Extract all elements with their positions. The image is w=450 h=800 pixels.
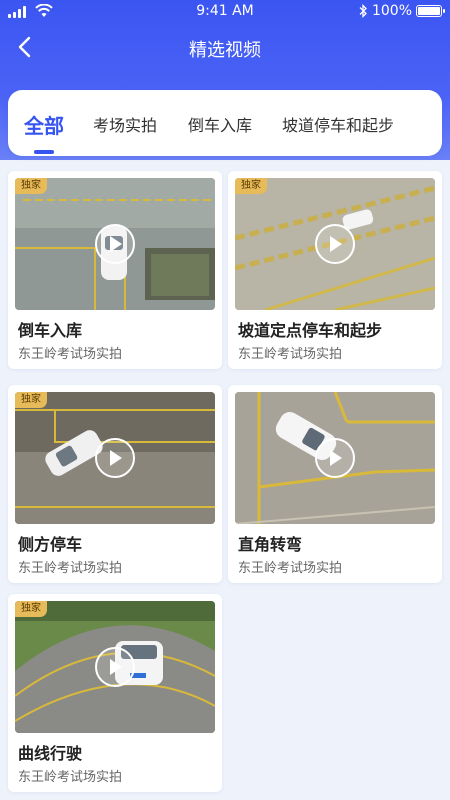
video-card[interactable]: 独家 坡道定点停车和起步 东王岭考试场实拍	[228, 171, 442, 369]
play-icon	[110, 236, 122, 252]
play-icon	[330, 236, 342, 252]
video-card[interactable]: 直角转弯 东王岭考试场实拍	[228, 385, 442, 583]
tab-exam-site[interactable]: 考场实拍	[93, 112, 157, 136]
video-title: 坡道定点停车和起步	[238, 321, 383, 340]
play-button[interactable]	[95, 224, 135, 264]
video-thumbnail[interactable]	[235, 392, 435, 524]
video-thumbnail[interactable]: 独家	[235, 178, 435, 310]
video-title: 侧方停车	[18, 535, 83, 554]
video-title: 直角转弯	[238, 535, 303, 554]
play-button[interactable]	[95, 438, 135, 478]
video-card[interactable]: 独家 倒车入库 东王岭考试场实拍	[8, 171, 222, 369]
video-title: 曲线行驶	[18, 744, 83, 763]
video-subtitle: 东王岭考试场实拍	[18, 347, 123, 362]
active-tab-indicator	[34, 150, 54, 154]
video-thumbnail[interactable]: 独家	[15, 601, 215, 733]
tab-reverse-parking[interactable]: 倒车入库	[188, 112, 252, 136]
exclusive-badge: 独家	[235, 178, 267, 194]
video-subtitle: 东王岭考试场实拍	[18, 561, 123, 576]
bluetooth-icon	[359, 4, 367, 18]
status-bar: 9:41 AM 100%	[0, 0, 450, 24]
video-card[interactable]: 独家 曲线行驶 东王岭考试场实拍	[8, 594, 222, 792]
battery-icon	[416, 5, 445, 17]
tab-slope-parking[interactable]: 坡道停车和起步	[282, 112, 394, 136]
play-icon	[110, 450, 122, 466]
video-subtitle: 东王岭考试场实拍	[238, 347, 343, 362]
exclusive-badge: 独家	[15, 392, 47, 408]
page-title: 精选视频	[189, 40, 261, 61]
battery-percent: 100%	[371, 3, 412, 19]
exclusive-badge: 独家	[15, 601, 47, 617]
video-title: 倒车入库	[18, 321, 83, 340]
navigation-bar: 精选视频	[0, 24, 450, 70]
play-button[interactable]	[315, 224, 355, 264]
play-button[interactable]	[315, 438, 355, 478]
category-tabs: 全部 考场实拍 倒车入库 坡道停车和起步	[8, 90, 442, 156]
play-button[interactable]	[95, 647, 135, 687]
video-thumbnail[interactable]: 独家	[15, 392, 215, 524]
exclusive-badge: 独家	[15, 178, 47, 194]
video-thumbnail[interactable]: 独家	[15, 178, 215, 310]
video-subtitle: 东王岭考试场实拍	[238, 561, 343, 576]
play-icon	[110, 659, 122, 675]
video-card[interactable]: 独家 侧方停车 东王岭考试场实拍	[8, 385, 222, 583]
video-subtitle: 东王岭考试场实拍	[18, 770, 123, 785]
play-icon	[330, 450, 342, 466]
tab-all[interactable]: 全部	[24, 110, 64, 139]
